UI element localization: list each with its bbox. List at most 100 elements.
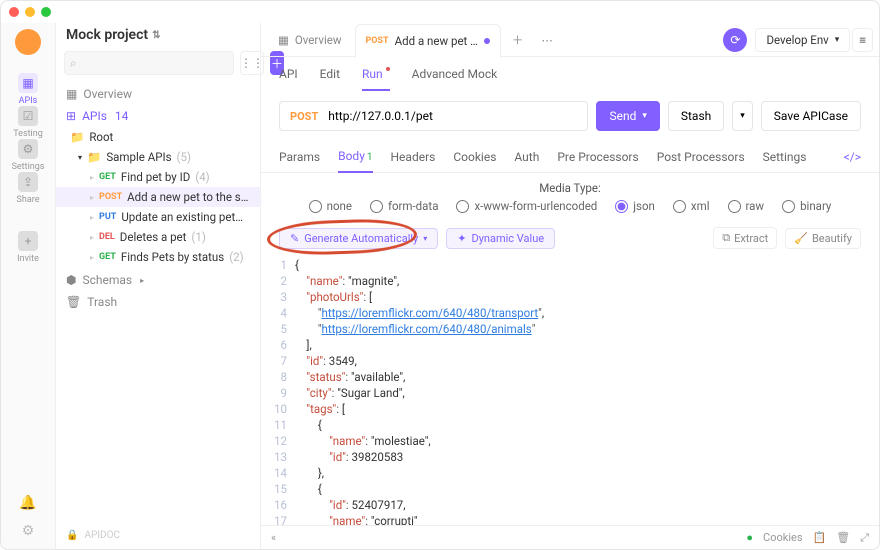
rail-item-apis[interactable]: ▦APIs <box>12 73 45 106</box>
tab-add-pet[interactable]: POST Add a new pet … <box>355 24 501 58</box>
sidebar-item-trash[interactable]: 🗑 Trash <box>56 291 260 313</box>
cookies-button[interactable]: Cookies <box>763 531 802 544</box>
url-input-group: POST <box>279 101 588 131</box>
sidebar-item-apis[interactable]: ⊞ APIs 14 <box>56 105 260 127</box>
tree-endpoint[interactable]: ▸DELDeletes a pet (1) <box>56 227 260 247</box>
stash-button[interactable]: Stash <box>668 101 724 131</box>
notifications-icon[interactable]: 🔔 <box>19 495 36 511</box>
rail-label: Settings <box>12 162 45 172</box>
sidebar-item-overview[interactable]: ▦ Overview <box>56 83 260 105</box>
tree-endpoint[interactable]: ▸POSTAdd a new pet to the s… <box>56 187 260 207</box>
broom-icon: 🧹 <box>794 232 808 245</box>
stash-dropdown-button[interactable]: ▾ <box>732 101 753 131</box>
count-badge: (5) <box>177 150 191 164</box>
save-apicase-button[interactable]: Save APICase <box>761 101 861 131</box>
media-option-x-www-form-urlencoded[interactable]: x-www-form-urlencoded <box>456 199 597 213</box>
media-option-xml[interactable]: xml <box>673 199 710 213</box>
count-badge: (1) <box>191 230 205 244</box>
send-button[interactable]: Send ▾ <box>596 101 659 131</box>
radio-input[interactable] <box>370 200 383 213</box>
sidebar-item-label: APIs <box>82 109 107 123</box>
reqtab-cookies[interactable]: Cookies <box>453 142 496 172</box>
sidebar-item-schemas[interactable]: ⬢ Schemas ▸ <box>56 269 260 291</box>
endpoint-name: Find pet by ID <box>121 170 190 184</box>
new-tab-button[interactable]: ＋ <box>503 23 533 57</box>
button-label: Stash <box>681 109 711 123</box>
url-input[interactable] <box>328 102 587 130</box>
count-badge: 14 <box>115 109 129 123</box>
line-gutter: 123456789101112131415161718 <box>261 255 295 521</box>
reqtab-post-processors[interactable]: Post Processors <box>657 142 745 172</box>
dynamic-value-button[interactable]: ✦ Dynamic Value <box>446 228 555 249</box>
radio-input[interactable] <box>456 200 469 213</box>
tab-overview[interactable]: ▦ Overview <box>267 23 353 57</box>
beautify-button[interactable]: 🧹Beautify <box>785 228 861 249</box>
maximize-window-icon[interactable] <box>41 7 51 17</box>
refresh-button[interactable]: ⟳ <box>723 28 747 52</box>
json-editor[interactable]: 123456789101112131415161718 { "name": "m… <box>261 255 879 525</box>
reqtab-pre-processors[interactable]: Pre Processors <box>557 142 638 172</box>
generate-automatically-button[interactable]: ✎ Generate Automatically ▾ <box>279 228 438 249</box>
schema-icon: ⬢ <box>66 273 76 287</box>
radio-label: form-data <box>388 199 438 213</box>
request-tabs: Params Body1 Headers Cookies Auth Pre Pr… <box>261 141 879 173</box>
code-content[interactable]: { "name": "magnite", "photoUrls": [ "htt… <box>295 255 879 521</box>
reqtab-settings[interactable]: Settings <box>763 142 807 172</box>
close-window-icon[interactable] <box>9 7 19 17</box>
reqtab-headers[interactable]: Headers <box>391 142 436 172</box>
subtab-advanced-mock[interactable]: Advanced Mock <box>412 67 498 91</box>
expand-icon[interactable]: ⤢ <box>860 531 869 545</box>
menu-button[interactable]: ≡ <box>852 28 873 52</box>
sidebar-item-label: Schemas <box>82 273 132 287</box>
method-badge: GET <box>99 252 116 262</box>
radio-input[interactable] <box>728 200 741 213</box>
media-option-raw[interactable]: raw <box>728 199 765 213</box>
subtab-edit[interactable]: Edit <box>320 67 340 91</box>
sidebar: Mock project ⇅ ⌕ ⋮⋮ ＋ ▦ Overview ⊞ APIs … <box>56 23 261 549</box>
radio-input[interactable] <box>309 200 322 213</box>
reqtab-body[interactable]: Body1 <box>338 141 372 173</box>
collapse-panel-button[interactable]: « <box>271 531 276 544</box>
minimize-window-icon[interactable] <box>25 7 35 17</box>
media-option-json[interactable]: json <box>615 199 655 213</box>
trash-icon[interactable]: 🗑 <box>836 531 850 544</box>
footer-brand: APIDOC <box>84 530 120 541</box>
rail-item-invite[interactable]: +Invite <box>12 231 45 264</box>
media-option-binary[interactable]: binary <box>782 199 831 213</box>
radio-input[interactable] <box>673 200 686 213</box>
subtab-api[interactable]: API <box>279 67 298 91</box>
folder-icon: 📁 <box>87 150 101 164</box>
method-badge: GET <box>99 172 116 182</box>
rail-item-share[interactable]: ⇪Share <box>12 172 45 205</box>
settings-icon: ⚙ <box>18 139 38 159</box>
tree-folder-root[interactable]: 📁 Root <box>56 127 260 147</box>
rail-item-settings[interactable]: ⚙ Settings <box>12 139 45 172</box>
sidebar-item-label: Overview <box>83 87 132 101</box>
rail-item-testing[interactable]: ☑Testing <box>12 106 45 139</box>
endpoint-name: Finds Pets by status <box>121 250 224 264</box>
reqtab-params[interactable]: Params <box>279 142 320 172</box>
extract-button[interactable]: ⧉Extract <box>713 227 777 249</box>
project-switcher[interactable]: Mock project ⇅ <box>56 23 260 51</box>
radio-label: x-www-form-urlencoded <box>474 199 597 213</box>
sparkle-icon: ✦ <box>457 232 466 245</box>
reqtab-auth[interactable]: Auth <box>514 142 539 172</box>
media-option-form-data[interactable]: form-data <box>370 199 438 213</box>
unsaved-dot-icon <box>484 38 490 44</box>
tree-endpoint[interactable]: ▸PUTUpdate an existing pet… <box>56 207 260 227</box>
radio-input[interactable] <box>615 200 628 213</box>
tree-endpoint[interactable]: ▸GETFind pet by ID (4) <box>56 167 260 187</box>
tree-endpoint[interactable]: ▸GETFinds Pets by status (2) <box>56 247 260 267</box>
method-label[interactable]: POST <box>280 110 328 123</box>
radio-input[interactable] <box>782 200 795 213</box>
environment-selector[interactable]: Develop Env ▾ <box>755 28 850 52</box>
settings-icon[interactable]: ⚙ <box>22 523 35 539</box>
media-option-none[interactable]: none <box>309 199 352 213</box>
subtab-run[interactable]: Run <box>362 67 390 91</box>
tree-label: Sample APIs <box>106 150 171 164</box>
code-snippet-button[interactable]: </> <box>844 150 861 164</box>
clipboard-icon[interactable]: 📋 <box>813 531 827 544</box>
tab-overflow-button[interactable]: ⋯ <box>534 23 560 57</box>
sidebar-search-input[interactable] <box>64 51 234 75</box>
tree-folder-sample[interactable]: ▾ 📁 Sample APIs (5) <box>56 147 260 167</box>
